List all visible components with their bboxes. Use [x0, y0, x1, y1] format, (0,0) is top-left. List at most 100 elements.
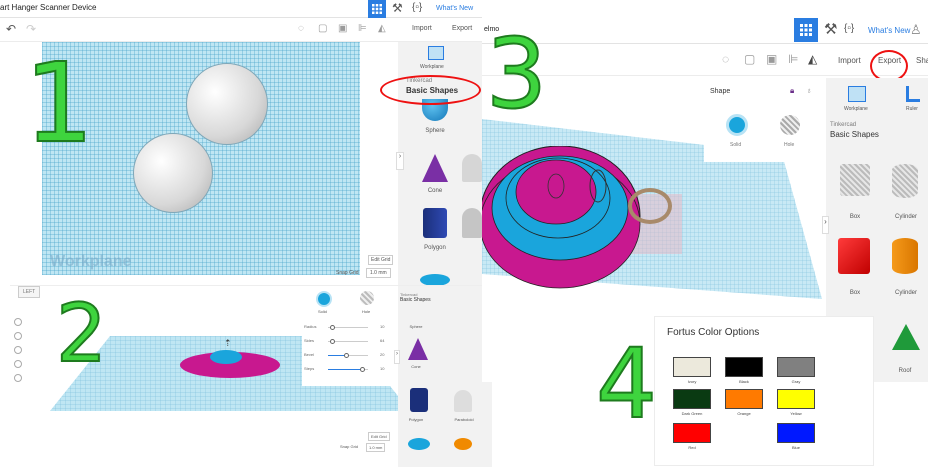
- cone-thumb[interactable]: [422, 154, 448, 182]
- workplane-watermark: Workplane: [50, 253, 132, 270]
- selection-handle-icon[interactable]: ⇡: [224, 338, 232, 349]
- light-bulb-icon[interactable]: ♁: [806, 86, 812, 95]
- shape-label: Sphere: [425, 128, 445, 134]
- roof-thumb[interactable]: [892, 324, 920, 350]
- undo-icon[interactable]: ↶: [6, 22, 16, 36]
- collapse-panel-handle[interactable]: ›: [394, 350, 400, 364]
- edit-grid-button[interactable]: Edit Grid: [368, 255, 394, 265]
- swatch-box: [725, 357, 763, 377]
- shape-label: Polygon: [408, 417, 424, 422]
- hammer-icon[interactable]: ⚒: [824, 20, 837, 38]
- library-title[interactable]: Basic Shapes: [830, 130, 879, 139]
- light-icon[interactable]: ◌: [722, 52, 729, 66]
- slider-knob[interactable]: [330, 339, 335, 344]
- view-cube-left[interactable]: LEFT: [18, 286, 41, 298]
- workplane-icon[interactable]: [848, 86, 866, 102]
- slider-label: Radius: [304, 324, 317, 329]
- ruler-label: Ruler: [906, 106, 918, 112]
- light-icon[interactable]: ◌: [298, 23, 304, 34]
- grid-icon: [800, 24, 812, 36]
- slider-knob[interactable]: [344, 353, 349, 358]
- align-icon[interactable]: ⊫: [788, 52, 798, 66]
- hammer-icon[interactable]: ⚒: [392, 1, 403, 15]
- solid-label: Solid: [730, 142, 742, 148]
- cylinder-thumb[interactable]: [892, 238, 918, 274]
- step-number-3: 3: [485, 18, 548, 130]
- hole-label: Hole: [784, 142, 795, 148]
- share-button[interactable]: Sha: [916, 56, 928, 65]
- color-swatch-black[interactable]: Black: [725, 357, 763, 384]
- shape-label: Cone: [411, 364, 421, 369]
- perspective-icon[interactable]: [14, 374, 22, 382]
- polygon-thumb[interactable]: [410, 388, 428, 412]
- redo-icon[interactable]: ↷: [26, 22, 36, 36]
- collapse-panel-handle[interactable]: ›: [822, 216, 829, 234]
- align-icon[interactable]: ⊫: [358, 23, 367, 34]
- mirror-icon[interactable]: ◭: [808, 52, 817, 66]
- workplane-icon[interactable]: [428, 46, 444, 60]
- whats-new-link[interactable]: What's New: [868, 26, 910, 35]
- slider-value: 20: [380, 352, 385, 357]
- tube-thumb[interactable]: [454, 438, 472, 450]
- shape-panel-title: Shape: [710, 88, 731, 95]
- snap-grid-select[interactable]: 1.0 mm: [366, 268, 391, 278]
- color-swatch-gray[interactable]: Gray: [777, 357, 815, 384]
- zoom-in-icon[interactable]: [14, 346, 22, 354]
- ring-model[interactable]: [628, 188, 672, 224]
- color-swatch-ivory[interactable]: Ivory: [673, 357, 711, 384]
- box-thumb[interactable]: [838, 238, 870, 274]
- grid-view-button[interactable]: [794, 18, 818, 42]
- sphere-shape[interactable]: [186, 63, 268, 145]
- mirror-icon[interactable]: ◭: [378, 23, 386, 34]
- export-button[interactable]: Export: [452, 25, 472, 32]
- step-number-1: 1: [23, 39, 95, 167]
- slider-knob[interactable]: [330, 325, 335, 330]
- slider-knob[interactable]: [360, 367, 365, 372]
- import-button[interactable]: Import: [838, 56, 861, 65]
- hole-swatch[interactable]: [780, 115, 800, 135]
- cylinder-thumb[interactable]: [892, 164, 918, 198]
- color-swatch-red[interactable]: Red: [673, 423, 711, 450]
- grid-view-button[interactable]: [368, 0, 386, 18]
- ruler-icon[interactable]: [906, 86, 920, 102]
- codeblocks-icon[interactable]: {▫}: [844, 23, 854, 34]
- ungroup-icon[interactable]: ▣: [338, 23, 347, 34]
- color-swatch-orange[interactable]: Orange: [725, 389, 763, 416]
- fit-view-icon[interactable]: [14, 332, 22, 340]
- group-icon[interactable]: ▢: [744, 52, 755, 66]
- shape-properties-panel: Solid Hole Radius 10 Sides 64 Bevel 20 S…: [302, 286, 394, 386]
- hole-swatch[interactable]: [360, 291, 374, 305]
- polygon-thumb[interactable]: [423, 208, 447, 238]
- sphere-shape[interactable]: [133, 133, 213, 213]
- cone-thumb[interactable]: [408, 338, 428, 360]
- color-swatch-dark-green[interactable]: Dark Green: [673, 389, 711, 416]
- box-thumb[interactable]: [840, 164, 870, 196]
- disk-stack-model[interactable]: [482, 146, 722, 296]
- color-swatch-blue[interactable]: Blue: [777, 423, 815, 450]
- collapse-panel-handle[interactable]: ›: [396, 152, 404, 170]
- second-column-thumb[interactable]: [462, 154, 482, 182]
- whats-new-link[interactable]: What's New: [436, 5, 473, 12]
- snap-grid-select[interactable]: 1.0 mm: [366, 443, 386, 452]
- swatch-box: [673, 357, 711, 377]
- torus-thumb[interactable]: [408, 438, 430, 450]
- zoom-out-icon[interactable]: [14, 360, 22, 368]
- codeblocks-icon[interactable]: {▫}: [412, 2, 422, 13]
- color-swatch-yellow[interactable]: Yellow: [777, 389, 815, 416]
- import-button[interactable]: Import: [412, 25, 432, 32]
- solid-swatch[interactable]: [316, 291, 332, 307]
- design-title[interactable]: art Hanger Scanner Device: [0, 3, 97, 12]
- paraboloid-thumb[interactable]: [454, 390, 472, 412]
- library-title[interactable]: Basic Shapes: [400, 297, 431, 303]
- home-view-icon[interactable]: [14, 318, 22, 326]
- shape-label: Cone: [427, 188, 443, 194]
- group-icon[interactable]: ▢: [318, 23, 327, 34]
- user-icon[interactable]: ♙: [910, 22, 922, 38]
- cyan-cylinder[interactable]: [210, 350, 242, 364]
- edit-grid-button[interactable]: Edit Grid: [368, 432, 390, 441]
- solid-swatch[interactable]: [726, 114, 748, 136]
- ungroup-icon[interactable]: ▣: [766, 52, 777, 66]
- lock-icon[interactable]: 🔒︎: [790, 86, 794, 96]
- second-column-thumb[interactable]: [462, 208, 482, 238]
- shape-label: Roof: [898, 368, 912, 374]
